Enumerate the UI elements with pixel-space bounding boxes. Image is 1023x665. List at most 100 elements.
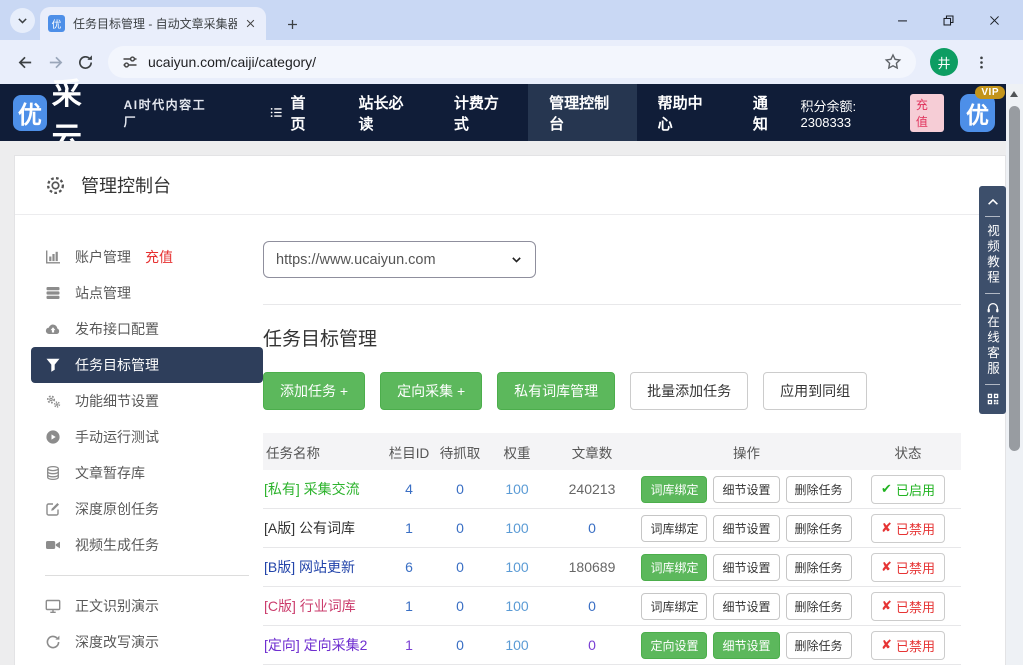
- url-bar[interactable]: ucaiyun.com/caiji/category/: [108, 46, 916, 78]
- row-action-button[interactable]: 细节设置: [713, 632, 779, 659]
- scrollbar-thumb[interactable]: [1009, 106, 1020, 451]
- status-icon: ✘: [881, 520, 892, 536]
- page-scrollbar[interactable]: [1006, 84, 1023, 665]
- weight-value[interactable]: 100: [488, 481, 546, 497]
- column-id[interactable]: 1: [386, 637, 432, 653]
- tab-search-button[interactable]: [10, 8, 35, 33]
- pending-count[interactable]: 0: [432, 598, 488, 614]
- row-status: ✘已禁用: [855, 631, 961, 660]
- nav-item-6[interactable]: 通知: [732, 84, 801, 141]
- action-button-1[interactable]: 添加任务 +: [263, 372, 365, 410]
- recharge-badge[interactable]: 充值: [910, 94, 944, 132]
- pending-count[interactable]: 0: [432, 520, 488, 536]
- sidebar-item-12[interactable]: 深度改写演示: [31, 624, 263, 660]
- weight-value[interactable]: 100: [488, 637, 546, 653]
- back-to-top-button[interactable]: [986, 195, 1000, 209]
- weight-value[interactable]: 100: [488, 559, 546, 575]
- action-button-2[interactable]: 定向采集 +: [380, 372, 482, 410]
- task-name[interactable]: [定向] 定向采集2: [263, 635, 386, 655]
- row-actions: 定向设置细节设置删除任务: [638, 632, 855, 659]
- tune-icon[interactable]: [122, 54, 138, 70]
- logo-icon[interactable]: 优: [13, 95, 47, 131]
- row-action-button[interactable]: 细节设置: [713, 593, 779, 620]
- task-name[interactable]: [C版] 行业词库: [263, 596, 386, 616]
- sidebar-item-11[interactable]: 正文识别演示: [31, 588, 263, 624]
- sidebar: 账户管理充值站点管理发布接口配置任务目标管理功能细节设置手动运行测试文章暂存库深…: [31, 239, 263, 665]
- column-id[interactable]: 6: [386, 559, 432, 575]
- minimize-button[interactable]: [879, 0, 925, 40]
- sidebar-item-5[interactable]: 功能细节设置: [31, 383, 263, 419]
- nav-item-1[interactable]: 首页: [249, 84, 337, 141]
- row-action-button[interactable]: 定向设置: [641, 632, 707, 659]
- column-header: 任务名称: [263, 442, 386, 462]
- site-select[interactable]: https://www.ucaiyun.com: [263, 241, 536, 278]
- weight-value[interactable]: 100: [488, 520, 546, 536]
- row-action-button[interactable]: 删除任务: [786, 554, 852, 581]
- row-action-button[interactable]: 删除任务: [786, 515, 852, 542]
- action-button-5[interactable]: 应用到同组: [763, 372, 867, 410]
- task-name[interactable]: [A版] 公有词库: [263, 518, 386, 538]
- row-action-button[interactable]: 词库绑定: [641, 476, 707, 503]
- browser-toolbar: ucaiyun.com/caiji/category/ 井: [0, 40, 1023, 84]
- points-balance: 积分余额: 2308333: [801, 96, 902, 130]
- recharge-link[interactable]: 充值: [145, 247, 173, 267]
- row-action-button[interactable]: 细节设置: [713, 476, 779, 503]
- new-tab-button[interactable]: [280, 12, 304, 36]
- status-button[interactable]: ✘已禁用: [871, 514, 945, 543]
- sidebar-item-3[interactable]: 发布接口配置: [31, 311, 263, 347]
- sidebar-item-8[interactable]: 深度原创任务: [31, 491, 263, 527]
- sidebar-item-4[interactable]: 任务目标管理: [31, 347, 263, 383]
- row-action-button[interactable]: 删除任务: [786, 476, 852, 503]
- task-name[interactable]: [B版] 网站更新: [263, 557, 386, 577]
- browser-tabstrip: 优 任务目标管理 - 自动文章采集器: [0, 0, 1023, 40]
- nav-item-2[interactable]: 站长必读: [338, 84, 433, 141]
- action-button-3[interactable]: 私有词库管理: [497, 372, 615, 410]
- nav-item-5[interactable]: 帮助中心: [637, 84, 732, 141]
- row-action-button[interactable]: 删除任务: [786, 632, 852, 659]
- sidebar-item-9[interactable]: 视频生成任务: [31, 527, 263, 563]
- sidebar-item-2[interactable]: 站点管理: [31, 275, 263, 311]
- status-button[interactable]: ✘已禁用: [871, 631, 945, 660]
- pending-count[interactable]: 0: [432, 637, 488, 653]
- user-avatar-text: 优: [966, 96, 989, 130]
- video-tutorial-button[interactable]: 视频教程: [983, 224, 1002, 286]
- row-action-button[interactable]: 词库绑定: [641, 554, 707, 581]
- status-button[interactable]: ✘已禁用: [871, 592, 945, 621]
- sidebar-item-label: 文章暂存库: [75, 463, 145, 483]
- pending-count[interactable]: 0: [432, 481, 488, 497]
- tab-title: 任务目标管理 - 自动文章采集器: [73, 15, 237, 32]
- nav-item-4[interactable]: 管理控制台: [528, 84, 637, 141]
- status-button[interactable]: ✘已禁用: [871, 553, 945, 582]
- sidebar-item-1[interactable]: 账户管理充值: [31, 239, 263, 275]
- browser-tab[interactable]: 优 任务目标管理 - 自动文章采集器: [40, 7, 266, 40]
- scrollbar-up-arrow[interactable]: [1010, 91, 1018, 97]
- nav-item-3[interactable]: 计费方式: [433, 84, 528, 141]
- status-button[interactable]: ✔已启用: [871, 475, 945, 504]
- row-action-button[interactable]: 细节设置: [713, 554, 779, 581]
- sidebar-item-label: 正文识别演示: [75, 596, 159, 616]
- qr-code-icon[interactable]: [986, 392, 1000, 406]
- back-button[interactable]: [10, 47, 40, 77]
- sidebar-item-label: 发布接口配置: [75, 319, 159, 339]
- column-id[interactable]: 1: [386, 520, 432, 536]
- sidebar-item-7[interactable]: 文章暂存库: [31, 455, 263, 491]
- task-name[interactable]: [私有] 采集交流: [263, 479, 386, 499]
- browser-menu-icon[interactable]: [970, 51, 992, 73]
- action-button-4[interactable]: 批量添加任务: [630, 372, 748, 410]
- browser-profile-avatar[interactable]: 井: [930, 48, 958, 76]
- bookmark-star-icon[interactable]: [884, 53, 902, 71]
- row-action-button[interactable]: 词库绑定: [641, 593, 707, 620]
- sidebar-item-6[interactable]: 手动运行测试: [31, 419, 263, 455]
- restore-button[interactable]: [925, 0, 971, 40]
- user-avatar[interactable]: 优 VIP: [960, 94, 995, 132]
- column-id[interactable]: 4: [386, 481, 432, 497]
- column-id[interactable]: 1: [386, 598, 432, 614]
- online-service-button[interactable]: 在线客服: [983, 315, 1002, 377]
- pending-count[interactable]: 0: [432, 559, 488, 575]
- row-action-button[interactable]: 删除任务: [786, 593, 852, 620]
- weight-value[interactable]: 100: [488, 598, 546, 614]
- close-button[interactable]: [971, 0, 1017, 40]
- row-action-button[interactable]: 词库绑定: [641, 515, 707, 542]
- row-action-button[interactable]: 细节设置: [713, 515, 779, 542]
- tab-close-icon[interactable]: [242, 16, 258, 32]
